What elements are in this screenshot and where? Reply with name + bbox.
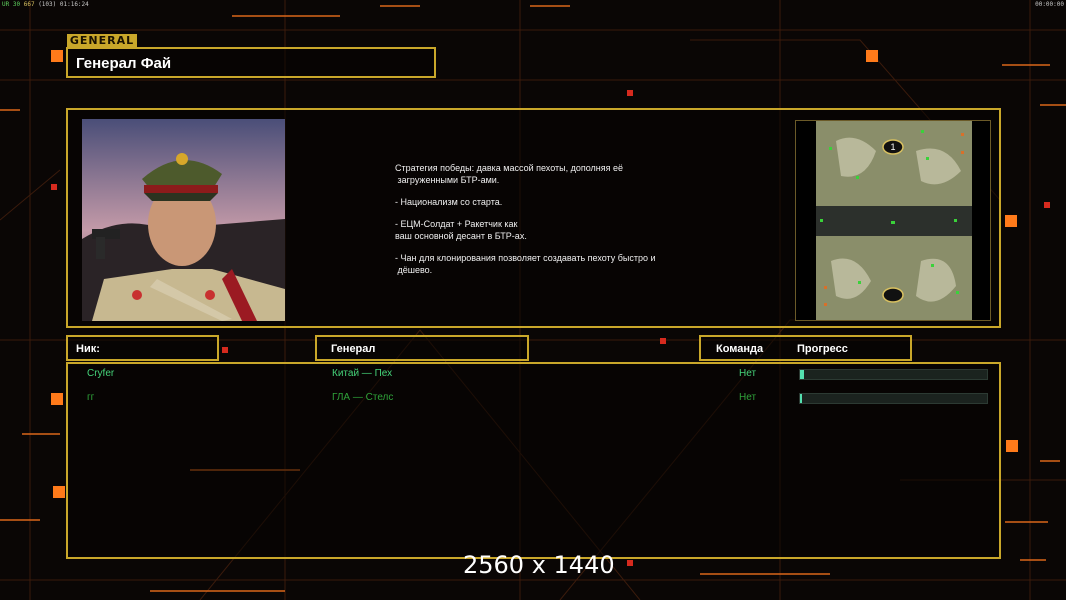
description-line-2: - Национализм со старта. <box>395 197 503 207</box>
progress-bar <box>799 369 988 380</box>
player-row-1[interactable]: Cryfer Китай — Пех Нет <box>68 368 999 382</box>
progress-fill <box>800 394 802 403</box>
general-info-panel: Стратегия победы: давка массой пехоты, д… <box>66 108 1001 328</box>
general-name: Генерал Фай <box>76 55 172 72</box>
team-header-label: Команда <box>716 343 764 355</box>
hud-text-2: 30 <box>12 1 21 8</box>
progress-fill <box>800 370 804 379</box>
description-line-3: - ЕЦМ-Солдат + Ракетчик как ваш основной… <box>395 219 527 241</box>
minimap-start-1: 1 <box>890 142 895 152</box>
player-nick: гг <box>87 392 95 403</box>
progress-header-label: Прогресс <box>797 343 848 355</box>
nick-header-label: Ник: <box>76 343 100 355</box>
hud-stats: UR 30 667 (103) 01:16:24 <box>2 1 89 8</box>
player-team: Нет <box>739 392 757 403</box>
minimap-preview: 1 <box>795 120 991 321</box>
progress-bar <box>799 393 988 404</box>
resolution-watermark: 2560 x 1440 <box>463 551 615 579</box>
general-portrait <box>82 119 285 321</box>
team-progress-header: Команда Прогресс <box>699 335 912 361</box>
player-general: Китай — Пех <box>332 368 393 379</box>
nick-column-header: Ник: <box>66 335 219 361</box>
description-line-4: - Чан для клонирования позволяет создава… <box>395 253 656 275</box>
description-line-1: Стратегия победы: давка массой пехоты, д… <box>395 163 624 185</box>
hud-text-4: (103) <box>38 1 57 8</box>
player-row-2[interactable]: гг ГЛА — Стелс Нет <box>68 392 999 406</box>
general-title-panel: Генерал Фай <box>66 47 436 78</box>
general-tab-label: GENERAL <box>67 34 137 48</box>
strategy-description: Стратегия победы: давка массой пехоты, д… <box>395 162 715 276</box>
hud-time-left: 01:16:24 <box>59 1 89 8</box>
hud-clock: 00:00:00 <box>1035 1 1064 8</box>
player-general: ГЛА — Стелс <box>332 392 394 403</box>
hud-text-1: UR <box>2 1 10 8</box>
player-list: Cryfer Китай — Пех Нет гг ГЛА — Стелс Не… <box>66 362 1001 559</box>
hud-text-3: 667 <box>23 1 35 8</box>
general-column-header: Генерал <box>315 335 529 361</box>
player-team: Нет <box>739 368 757 379</box>
player-nick: Cryfer <box>87 368 115 379</box>
general-header-label: Генерал <box>331 343 376 355</box>
